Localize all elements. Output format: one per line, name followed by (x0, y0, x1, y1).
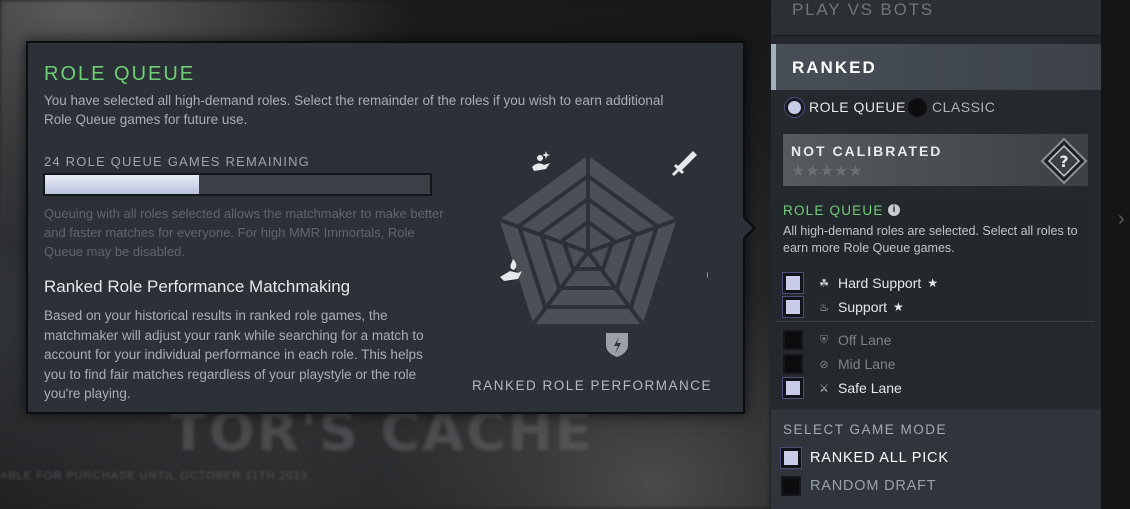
off-lane-label: Off Lane (838, 332, 892, 348)
tooltip-title: ROLE QUEUE (44, 63, 196, 85)
support-label: Support (838, 299, 888, 315)
role-queue-radio-option[interactable]: ROLE QUEUE (785, 96, 906, 118)
hard-support-label: Hard Support (838, 275, 922, 291)
classic-radio[interactable] (908, 97, 927, 117)
tooltip-note: Queuing with all roles selected allows t… (44, 206, 444, 259)
radar-label: RANKED ROLE PERFORMANCE (472, 378, 713, 393)
safe-lane-checkbox[interactable] (783, 378, 803, 398)
role-queue-title: ROLE QUEUE (783, 203, 884, 218)
ranked-label: RANKED (792, 58, 877, 77)
support-checkbox[interactable] (783, 297, 803, 317)
role-support[interactable]: ♨ Support ★ (783, 297, 904, 317)
random-draft-label: RANDOM DRAFT (810, 478, 937, 494)
calibration-label: NOT CALIBRATED (791, 143, 943, 159)
performance-matchmaking-heading: Ranked Role Performance Matchmaking (44, 277, 351, 296)
background-subtitle: ABLE FOR PURCHASE UNTIL OCTOBER 11TH 202… (0, 470, 308, 482)
role-hard-support[interactable]: ☘ Hard Support ★ (783, 273, 938, 293)
role-safe-lane[interactable]: ⚔ Safe Lane (783, 378, 902, 398)
safe-lane-label: Safe Lane (838, 380, 902, 396)
high-demand-star-icon: ★ (893, 300, 904, 314)
expand-icon[interactable]: › (1118, 208, 1125, 231)
role-queue-description: All high-demand roles are selected. Sele… (783, 224, 1078, 255)
right-edge-background (1101, 0, 1130, 509)
game-mode-title: SELECT GAME MODE (783, 422, 948, 437)
role-queue-tooltip: ROLE QUEUE You have selected all high-de… (26, 41, 745, 414)
sword-icon (671, 151, 697, 177)
performance-matchmaking-body: Based on your historical results in rank… (44, 308, 424, 401)
games-remaining-label: 24 ROLE QUEUE GAMES REMAINING (44, 154, 310, 169)
question-badge-icon: ? (1040, 137, 1088, 185)
play-vs-bots-tab[interactable]: PLAY VS BOTS (771, 0, 1101, 36)
mid-lane-label: Mid Lane (838, 356, 896, 372)
mid-lane-checkbox[interactable] (783, 354, 803, 374)
shield-icon: ⛨ (819, 333, 829, 346)
sword-icon: ⚔ (819, 382, 829, 395)
random-draft-checkbox[interactable] (781, 476, 801, 496)
rank-stars: ★★★★★ (791, 163, 863, 180)
ranked-tab[interactable]: RANKED (771, 44, 1101, 90)
shield-icon (606, 333, 628, 357)
play-vs-bots-label: PLAY VS BOTS (792, 0, 934, 19)
support-icon: ♨ (819, 301, 829, 314)
calibration-status: NOT CALIBRATED ★★★★★ ? (783, 134, 1088, 186)
info-icon[interactable]: i (888, 204, 900, 216)
role-mid-lane[interactable]: ⊘ Mid Lane (783, 354, 896, 374)
high-demand-star-icon: ★ (927, 276, 939, 290)
role-queue-radio[interactable] (785, 97, 804, 117)
hard-support-icon: ☘ (819, 277, 829, 290)
role-off-lane[interactable]: ⛨ Off Lane (783, 330, 891, 350)
role-performance-radar (494, 150, 708, 357)
svg-text:?: ? (1059, 152, 1068, 171)
ranked-all-pick-checkbox[interactable] (781, 448, 801, 468)
ranked-all-pick-label: RANKED ALL PICK (810, 450, 949, 466)
game-mode-ranked-all-pick[interactable]: RANKED ALL PICK (781, 448, 949, 468)
bow-icon: ⊘ (819, 358, 829, 371)
support-icon (532, 151, 550, 171)
classic-mode-label: CLASSIC (932, 99, 996, 115)
game-mode-random-draft[interactable]: RANDOM DRAFT (781, 476, 936, 496)
role-queue-mode-label: ROLE QUEUE (809, 99, 906, 115)
progress-fill (45, 175, 199, 194)
off-lane-checkbox[interactable] (783, 330, 803, 350)
role-divider (776, 321, 1094, 322)
tooltip-arrow-fill (742, 217, 753, 239)
games-remaining-progress (43, 173, 432, 196)
tooltip-description: You have selected all high-demand roles.… (44, 93, 664, 127)
classic-radio-option[interactable]: CLASSIC (908, 96, 995, 118)
hard-support-checkbox[interactable] (783, 273, 803, 293)
